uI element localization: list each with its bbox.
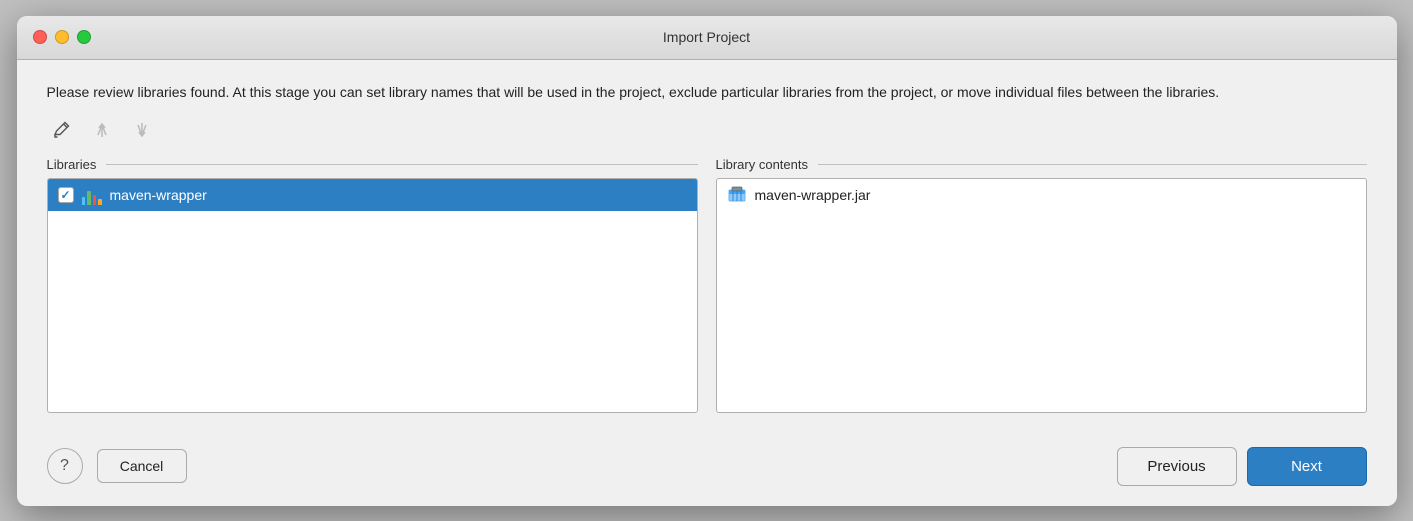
contents-label-row: Library contents xyxy=(716,157,1367,172)
import-project-dialog: Import Project Please review libraries f… xyxy=(17,16,1397,506)
close-button[interactable] xyxy=(33,30,47,44)
panels: Libraries ✓ xyxy=(47,157,1367,413)
checkmark-icon: ✓ xyxy=(60,188,70,202)
libraries-panel: Libraries ✓ xyxy=(47,157,698,413)
library-bar-icon xyxy=(82,185,102,205)
previous-button[interactable]: Previous xyxy=(1117,447,1237,486)
edit-button[interactable] xyxy=(47,117,77,143)
library-checkbox[interactable]: ✓ xyxy=(58,187,74,203)
traffic-lights xyxy=(33,30,91,44)
move-down-button[interactable] xyxy=(127,117,157,143)
library-contents-panel: Library contents xyxy=(716,157,1367,413)
dialog-content: Please review libraries found. At this s… xyxy=(17,60,1397,433)
description-text: Please review libraries found. At this s… xyxy=(47,82,1367,103)
footer-right: Previous Next xyxy=(1117,447,1367,486)
contents-divider xyxy=(818,164,1367,165)
cancel-button[interactable]: Cancel xyxy=(97,449,187,483)
edit-icon xyxy=(53,121,71,139)
jar-file-icon xyxy=(727,185,747,205)
libraries-label: Libraries xyxy=(47,157,97,172)
next-button[interactable]: Next xyxy=(1247,447,1367,486)
content-file-name: maven-wrapper.jar xyxy=(755,187,871,203)
move-up-icon xyxy=(93,121,111,139)
libraries-list[interactable]: ✓ maven-wrapper xyxy=(47,178,698,413)
library-item-maven-wrapper[interactable]: ✓ maven-wrapper xyxy=(48,179,697,211)
footer-left: ? Cancel xyxy=(47,448,187,484)
move-up-button[interactable] xyxy=(87,117,117,143)
help-button[interactable]: ? xyxy=(47,448,83,484)
content-item-jar[interactable]: maven-wrapper.jar xyxy=(717,179,1366,211)
contents-list[interactable]: maven-wrapper.jar xyxy=(716,178,1367,413)
footer: ? Cancel Previous Next xyxy=(17,433,1397,506)
toolbar xyxy=(47,117,1367,143)
libraries-divider xyxy=(106,164,697,165)
maximize-button[interactable] xyxy=(77,30,91,44)
contents-label: Library contents xyxy=(716,157,809,172)
library-name: maven-wrapper xyxy=(110,187,207,203)
title-bar: Import Project xyxy=(17,16,1397,60)
move-down-icon xyxy=(133,121,151,139)
minimize-button[interactable] xyxy=(55,30,69,44)
libraries-label-row: Libraries xyxy=(47,157,698,172)
dialog-title: Import Project xyxy=(663,29,750,45)
